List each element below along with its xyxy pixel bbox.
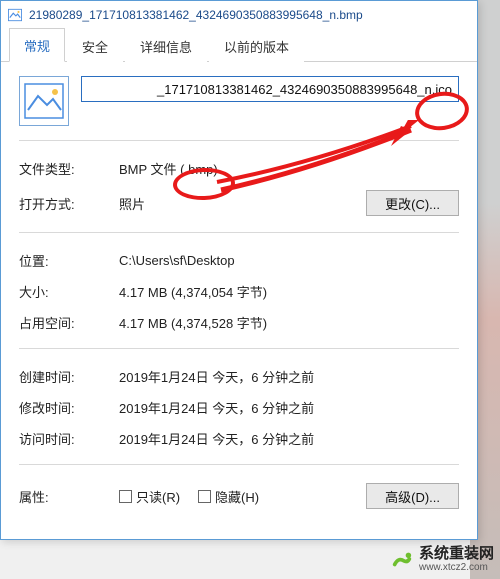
created-label: 创建时间: (19, 367, 119, 386)
tab-security[interactable]: 安全 (67, 29, 123, 62)
advanced-button[interactable]: 高级(D)... (366, 483, 459, 509)
separator (19, 464, 459, 465)
filename-input[interactable] (81, 76, 459, 102)
accessed-value: 2019年1月24日 今天，6 分钟之前 (119, 429, 459, 448)
modified-value: 2019年1月24日 今天，6 分钟之前 (119, 398, 459, 417)
watermark-logo-icon (391, 548, 413, 570)
separator (19, 232, 459, 233)
tab-label: 以前的版本 (224, 40, 289, 55)
location-label: 位置: (19, 251, 119, 270)
location-value: C:\Users\sf\Desktop (119, 253, 459, 268)
checkbox-label: 只读(R) (136, 487, 180, 506)
checkbox-box-icon (198, 490, 211, 503)
checkbox-box-icon (119, 490, 132, 503)
tab-general[interactable]: 常规 (9, 28, 65, 62)
file-type-label: 文件类型: (19, 159, 119, 178)
tab-previous-versions[interactable]: 以前的版本 (209, 29, 304, 62)
readonly-checkbox[interactable]: 只读(R) (119, 487, 180, 506)
tab-details[interactable]: 详细信息 (125, 29, 207, 62)
size-on-disk-label: 占用空间: (19, 313, 119, 332)
attributes-label: 属性: (19, 487, 119, 506)
opens-with-label: 打开方式: (19, 194, 119, 213)
change-open-with-button[interactable]: 更改(C)... (366, 190, 459, 216)
titlebar[interactable]: 21980289_171710813381462_432469035088399… (1, 0, 477, 28)
button-label: 更改(C)... (385, 194, 440, 213)
checkbox-label: 隐藏(H) (215, 487, 259, 506)
modified-label: 修改时间: (19, 398, 119, 417)
window-title: 21980289_171710813381462_432469035088399… (29, 8, 471, 22)
created-value: 2019年1月24日 今天，6 分钟之前 (119, 367, 459, 386)
tab-strip: 常规 安全 详细信息 以前的版本 (1, 28, 477, 62)
properties-window: 21980289_171710813381462_432469035088399… (0, 0, 478, 540)
general-panel: 文件类型: BMP 文件 (.bmp) 打开方式: 照片 更改(C)... 位置… (1, 62, 477, 523)
file-type-value: BMP 文件 (.bmp) (119, 159, 459, 178)
size-on-disk-value: 4.17 MB (4,374,528 字节) (119, 313, 459, 332)
accessed-label: 访问时间: (19, 429, 119, 448)
size-label: 大小: (19, 282, 119, 301)
separator (19, 140, 459, 141)
tab-label: 详细信息 (140, 40, 192, 55)
watermark-title: 系统重装网 (419, 546, 494, 563)
file-thumbnail (19, 76, 69, 126)
watermark: 系统重装网 www.xtcz2.com (391, 546, 494, 574)
size-value: 4.17 MB (4,374,054 字节) (119, 282, 459, 301)
button-label: 高级(D)... (385, 487, 440, 506)
image-file-icon (7, 7, 23, 23)
watermark-url: www.xtcz2.com (419, 562, 494, 573)
opens-with-value: 照片 (119, 194, 350, 213)
tab-label: 常规 (24, 39, 50, 54)
separator (19, 348, 459, 349)
hidden-checkbox[interactable]: 隐藏(H) (198, 487, 259, 506)
tab-label: 安全 (82, 40, 108, 55)
